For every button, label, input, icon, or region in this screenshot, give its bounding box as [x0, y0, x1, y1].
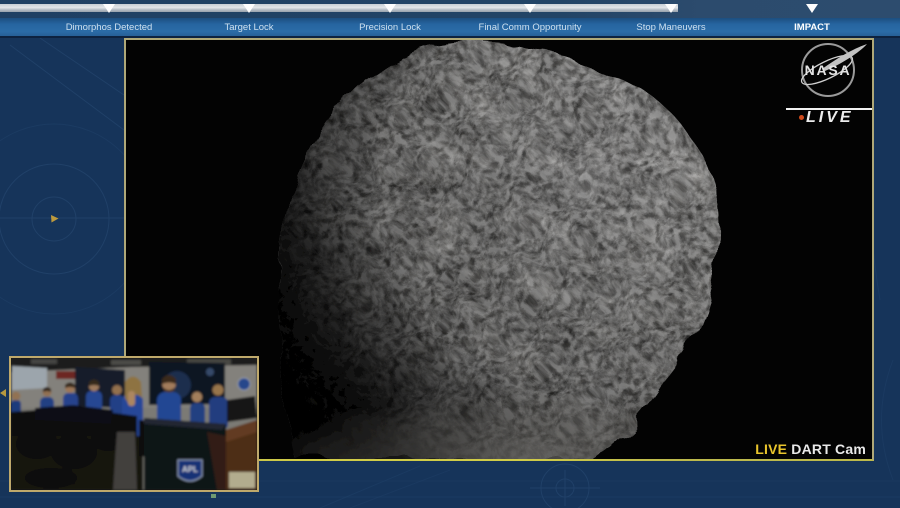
- svg-text:NASA: NASA: [805, 62, 852, 78]
